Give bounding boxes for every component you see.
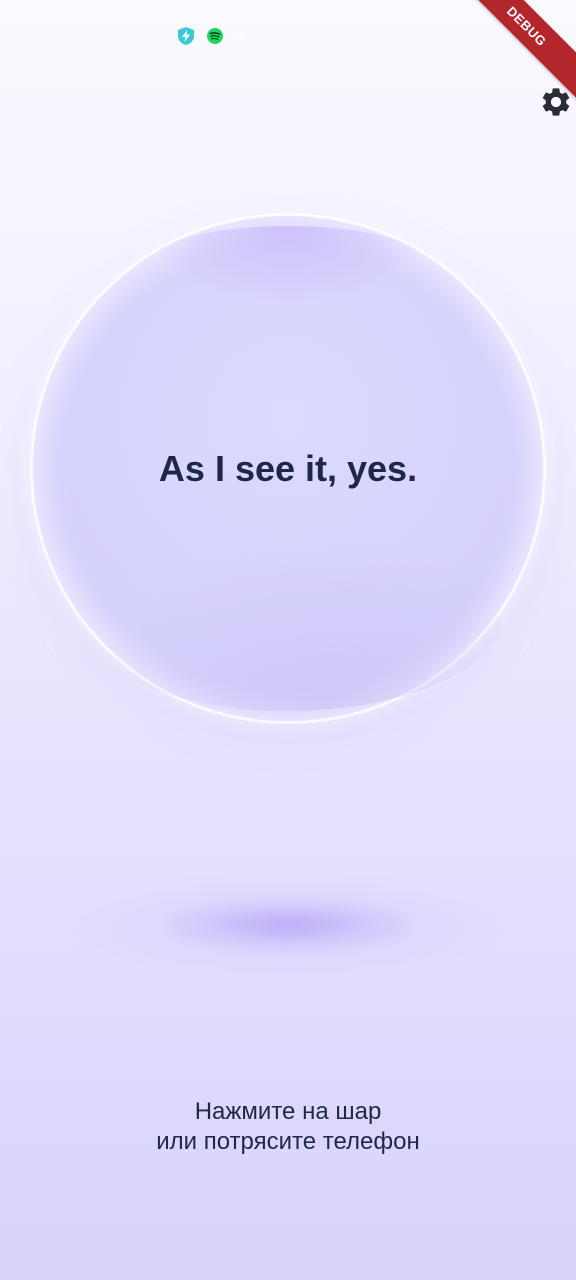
- gear-icon: [542, 88, 570, 116]
- magic-ball[interactable]: As I see it, yes.: [33, 216, 543, 721]
- ball-shadow: [168, 900, 408, 950]
- settings-button[interactable]: [538, 84, 574, 120]
- shield-bolt-icon: [178, 27, 194, 45]
- answer-text: As I see it, yes.: [158, 447, 418, 489]
- spotify-icon: [207, 28, 223, 44]
- notification-dot-icon: [238, 33, 244, 39]
- hint-line-2: или потрясите телефон: [156, 1128, 420, 1155]
- hint-line-1: Нажмите на шар: [194, 1098, 382, 1125]
